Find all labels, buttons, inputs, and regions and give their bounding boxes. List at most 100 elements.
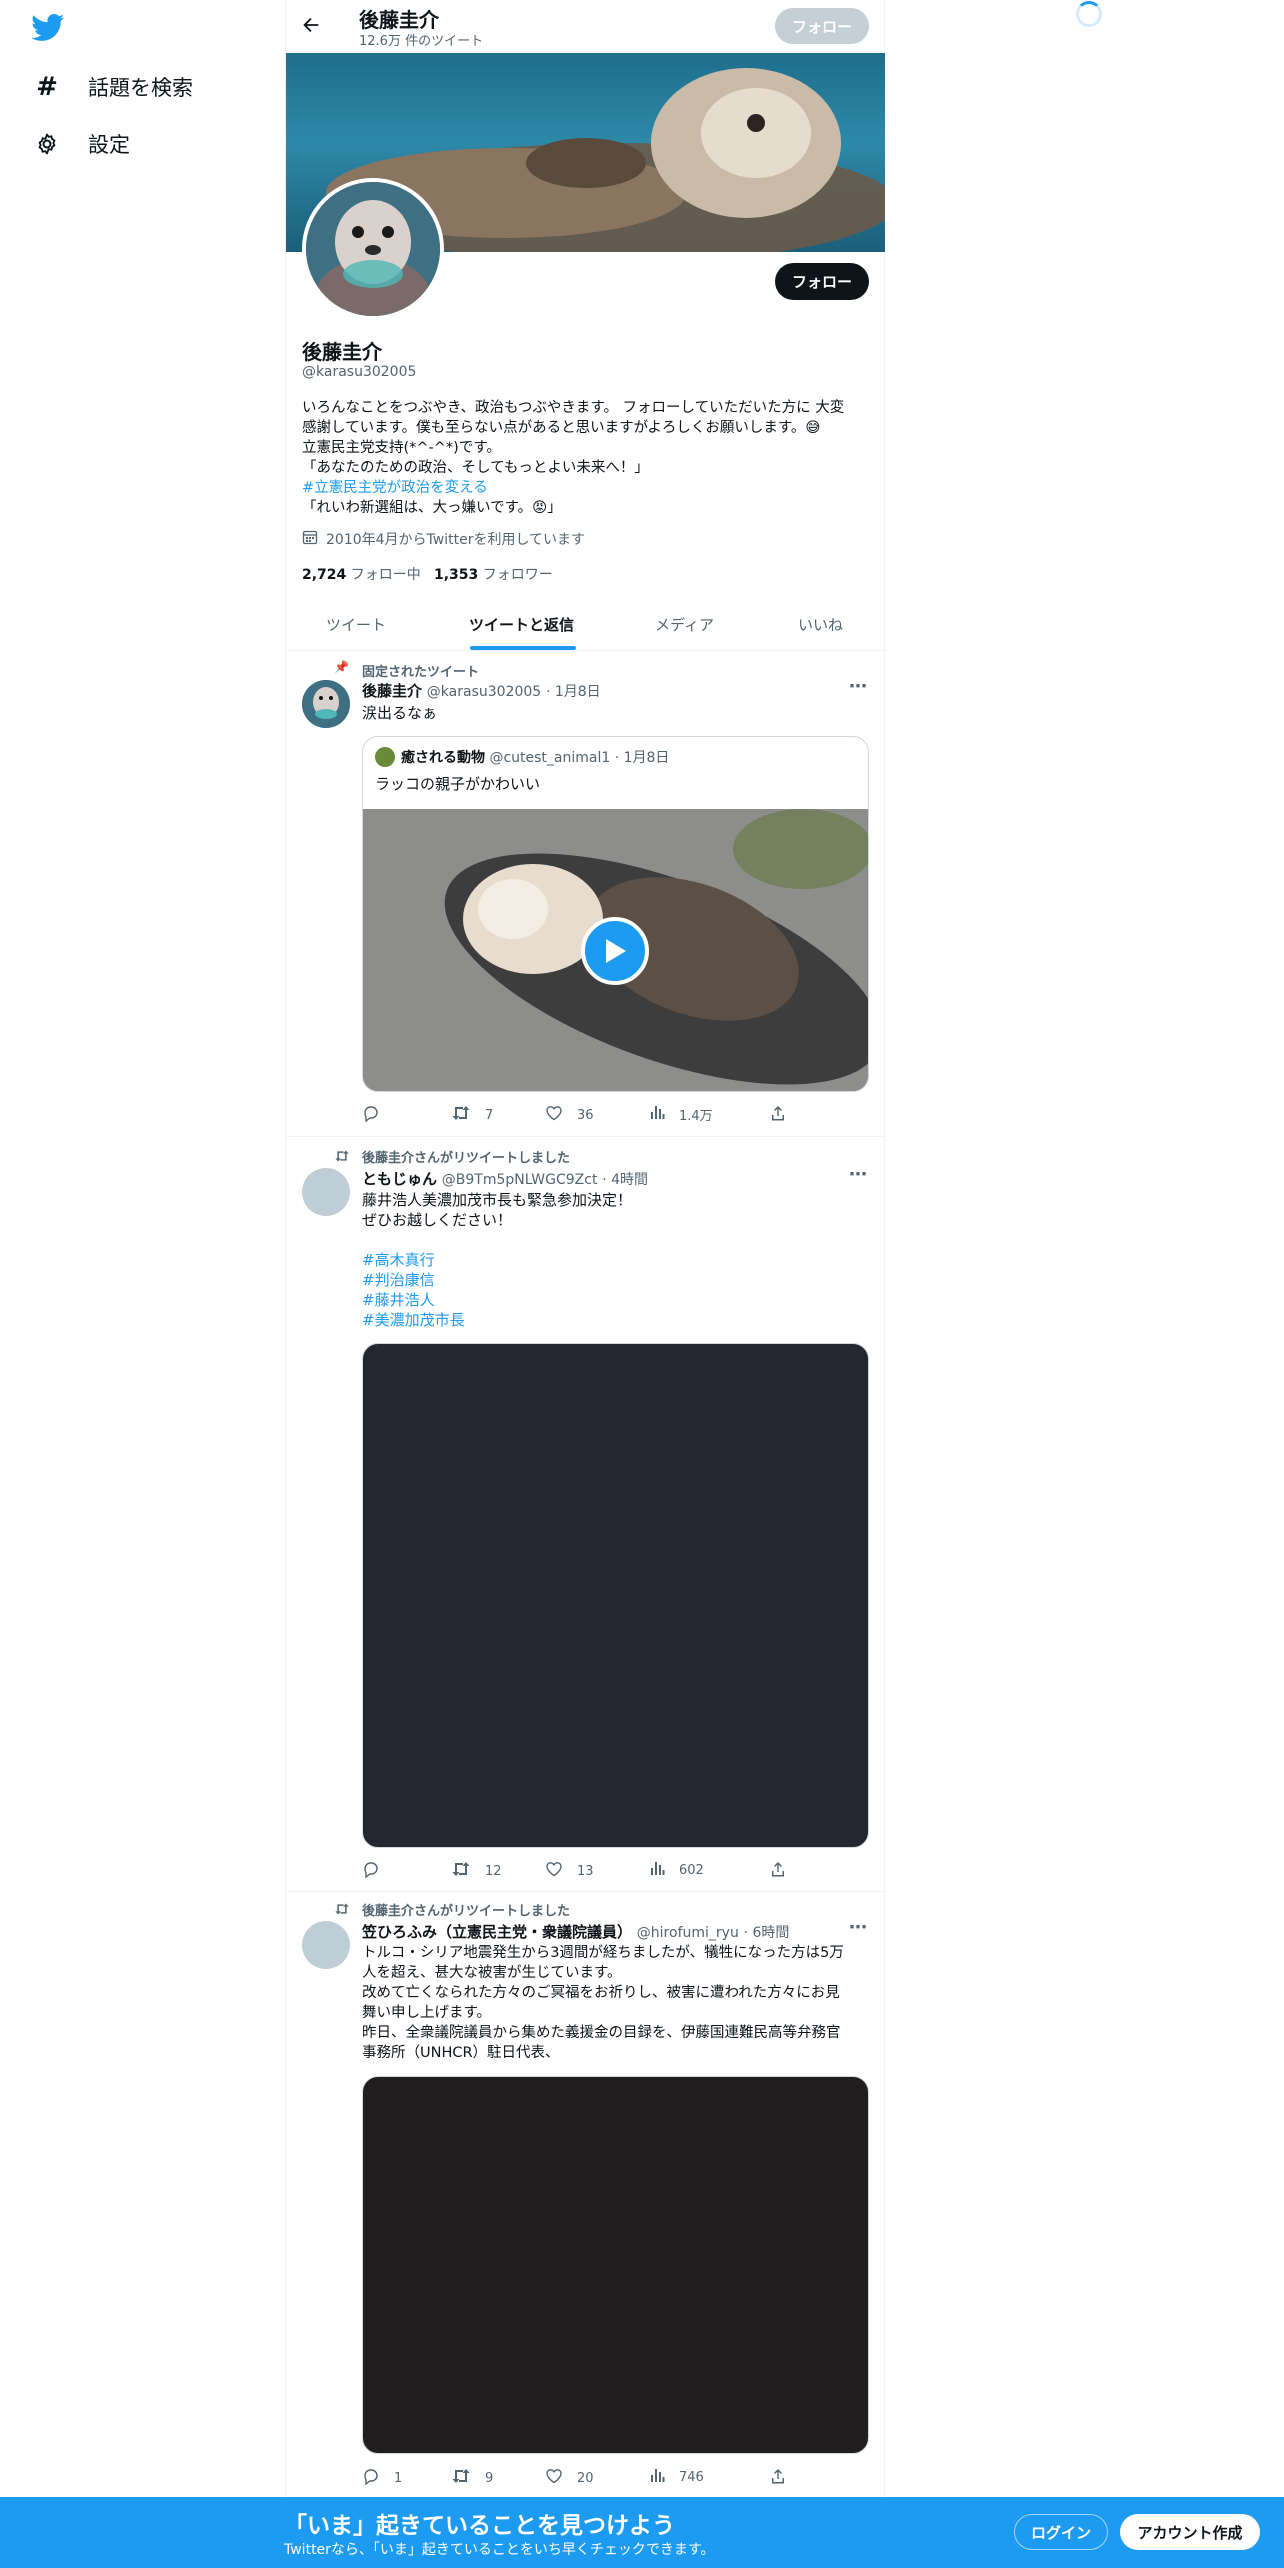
avatar[interactable]	[302, 1168, 350, 1216]
tweet-time[interactable]: · 4時間	[602, 1172, 648, 1188]
retweet-button[interactable]: 7	[451, 1104, 493, 1126]
views-button[interactable]: 602	[649, 1860, 704, 1880]
retweet-context-icon	[334, 1148, 350, 1167]
quote-tweet[interactable]: 癒される動物 @cutest_animal1 · 1月8日 ラッコの親子がかわい…	[362, 736, 869, 1092]
hashtag-link[interactable]: #高木真行	[362, 1250, 632, 1270]
retweet-icon	[451, 1860, 471, 1882]
views-button[interactable]: 746	[649, 2467, 704, 2487]
tweet-text-line: トルコ・シリア地震発生から3週間が経ちましたが、犠牲になった方は5万	[362, 1945, 844, 1961]
header-follow-button[interactable]: フォロー	[775, 8, 869, 44]
signup-subtext: Twitterなら、「いま」起きていることをいち早くチェックできます。	[284, 2542, 715, 2558]
reply-icon	[362, 1104, 380, 1126]
quote-author-name: 癒される動物	[401, 750, 485, 766]
followers-link[interactable]: 1,353 フォロワー	[434, 564, 553, 584]
quote-header: 癒される動物 @cutest_animal1 · 1月8日	[401, 747, 669, 767]
reply-button[interactable]	[362, 1860, 394, 1882]
profile-follow-button[interactable]: フォロー	[775, 263, 869, 300]
tweet-text-line: 事務所（UNHCR）駐日代表、	[362, 2045, 560, 2061]
profile-name: 後藤圭介	[302, 340, 382, 364]
tweet-time[interactable]: · 1月8日	[546, 684, 601, 700]
like-button[interactable]: 36	[545, 1104, 594, 1126]
like-button[interactable]: 20	[545, 2467, 594, 2489]
share-icon[interactable]	[769, 1860, 787, 1882]
tweet-author-handle[interactable]: @hirofumi_ryu	[637, 1925, 739, 1941]
quote-time: · 1月8日	[614, 750, 670, 766]
tweet-context[interactable]: 後藤圭介さんがリツイートしました	[362, 1900, 570, 1919]
tweet-text-line: 藤井浩人美濃加茂市長も緊急参加決定！	[362, 1191, 633, 1209]
tweet-author-handle[interactable]: @karasu302005	[427, 684, 541, 700]
like-button[interactable]: 13	[545, 1860, 594, 1882]
hashtag-link[interactable]: #判治康信	[362, 1270, 632, 1290]
heart-icon	[545, 1860, 563, 1882]
tab-tweets[interactable]: ツイート	[326, 614, 386, 635]
bio-line: 立憲民主党支持(*^-^*)です。	[302, 440, 501, 456]
signup-button[interactable]: アカウント作成	[1120, 2514, 1260, 2550]
reply-button[interactable]: 1	[362, 2467, 402, 2489]
tab-likes[interactable]: いいね	[798, 614, 843, 635]
header-tweet-count: 12.6万 件のツイート	[359, 34, 484, 49]
tweet-header: ともじゅん @B9Tm5pNLWGC9Zct · 4時間	[362, 1168, 648, 1189]
signup-bar: 「いま」起きていることを見つけよう Twitterなら、「いま」起きていることを…	[0, 2497, 1284, 2568]
retweet-button[interactable]: 9	[451, 2467, 493, 2489]
avatar[interactable]	[302, 680, 350, 728]
like-count: 36	[577, 1107, 594, 1123]
tweet-text-line: 改めて亡くなられた方々のご冥福をお祈りし、被害に遭われた方々にお見	[362, 1985, 840, 2001]
retweet-count: 12	[485, 1863, 502, 1879]
bio-line: いろんなことをつぶやき、政治もつぶやきます。 フォローしていただいた方に 大変	[302, 400, 845, 416]
nav-explore[interactable]: # 話題を検索	[32, 72, 193, 102]
bio-line: 「れいわ新選組は、大っ嫌いです。😡」	[302, 500, 562, 516]
retweet-button[interactable]: 12	[451, 1860, 502, 1882]
like-count: 20	[577, 2470, 594, 2486]
reply-button[interactable]	[362, 1104, 394, 1126]
views-count: 1.4万	[679, 1108, 713, 1124]
views-icon	[649, 2467, 665, 2487]
tab-media[interactable]: メディア	[655, 614, 714, 635]
like-count: 13	[577, 1863, 594, 1879]
profile-avatar[interactable]	[302, 178, 444, 320]
profile-bio: いろんなことをつぶやき、政治もつぶやきます。 フォローしていただいた方に 大変 …	[302, 398, 872, 518]
tweet-text: 涙出るなぁ	[362, 704, 438, 722]
joined-text: 2010年4月からTwitterを利用しています	[326, 532, 586, 548]
nav-settings-label: 設定	[88, 133, 130, 157]
following-link[interactable]: 2,724 フォロー中	[302, 564, 421, 584]
tweet-media[interactable]	[362, 1343, 869, 1848]
pin-icon: 📌	[334, 660, 349, 674]
heart-icon	[545, 2467, 563, 2489]
profile-handle: @karasu302005	[302, 364, 417, 380]
back-arrow-icon[interactable]	[300, 14, 326, 40]
play-button-icon[interactable]	[581, 917, 649, 985]
tweet-time[interactable]: · 6時間	[744, 1925, 790, 1941]
quote-text: ラッコの親子がかわいい	[375, 775, 541, 793]
retweet-icon	[451, 1104, 471, 1126]
tweet-context[interactable]: 後藤圭介さんがリツイートしました	[362, 1147, 570, 1166]
tweet-author-name[interactable]: 笠ひろふみ（立憲民主党・衆議院議員）	[362, 1923, 632, 1941]
twitter-logo-icon[interactable]	[31, 14, 65, 42]
quote-avatar	[375, 747, 395, 767]
tweet-header: 笠ひろふみ（立憲民主党・衆議院議員） @hirofumi_ryu · 6時間	[362, 1921, 789, 1942]
views-button[interactable]: 1.4万	[649, 1104, 713, 1124]
tweet-author-name[interactable]: 後藤圭介	[362, 682, 422, 700]
tweet-context: 固定されたツイート	[362, 665, 480, 680]
retweet-count: 9	[485, 2470, 494, 2486]
hashtag-link[interactable]: #美濃加茂市長	[362, 1310, 632, 1330]
gear-icon	[32, 132, 62, 156]
hashtag-link[interactable]: #藤井浩人	[362, 1290, 632, 1310]
tweet-author-handle[interactable]: @B9Tm5pNLWGC9Zct	[442, 1172, 598, 1188]
reply-count: 1	[394, 2470, 403, 2486]
bio-hashtag-link[interactable]: #立憲民主党が政治を変える	[302, 478, 872, 498]
share-icon[interactable]	[769, 2467, 787, 2489]
tweet-author-name[interactable]: ともじゅん	[362, 1170, 437, 1188]
reply-icon	[362, 1860, 380, 1882]
share-icon[interactable]	[769, 1104, 787, 1126]
nav-explore-label: 話題を検索	[88, 76, 193, 100]
more-icon[interactable]: ⋯	[849, 676, 867, 697]
more-icon[interactable]: ⋯	[849, 1917, 867, 1938]
avatar[interactable]	[302, 1921, 350, 1969]
tweet-media[interactable]	[362, 2076, 869, 2454]
reply-icon	[362, 2467, 380, 2489]
login-button[interactable]: ログイン	[1014, 2514, 1108, 2550]
more-icon[interactable]: ⋯	[849, 1164, 867, 1185]
tab-tweets-and-replies[interactable]: ツイートと返信	[469, 614, 574, 635]
nav-settings[interactable]: 設定	[32, 129, 130, 159]
quote-video[interactable]	[363, 809, 868, 1091]
